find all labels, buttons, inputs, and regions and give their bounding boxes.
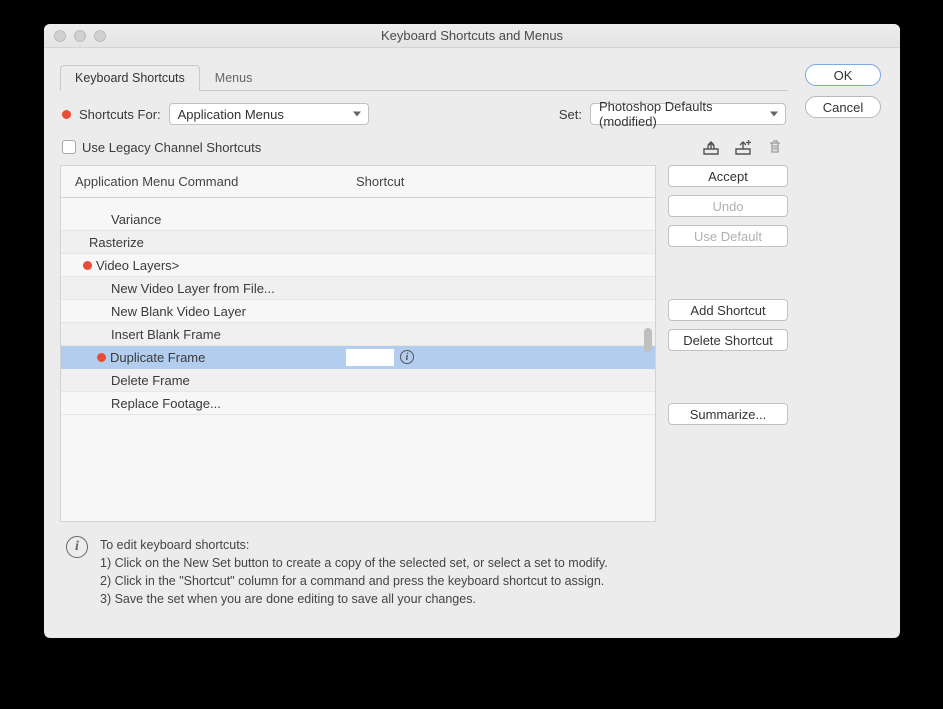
shortcuts-for-select[interactable]: Application Menus <box>169 103 369 125</box>
hint-title: To edit keyboard shortcuts: <box>100 536 608 554</box>
hint-line: 1) Click on the New Set button to create… <box>100 554 608 572</box>
tab-bar: Keyboard Shortcuts Menus <box>60 64 788 91</box>
delete-set-icon[interactable] <box>764 137 786 157</box>
shortcuts-table: Application Menu Command Shortcut Varian… <box>60 165 656 522</box>
new-set-icon[interactable] <box>732 137 754 157</box>
modified-marker-icon <box>97 353 106 362</box>
summarize-button[interactable]: Summarize... <box>668 403 788 425</box>
set-label: Set: <box>559 107 582 122</box>
cancel-button[interactable]: Cancel <box>805 96 881 118</box>
shortcuts-for-label: Shortcuts For: <box>79 107 161 122</box>
scroll-thumb[interactable] <box>644 328 652 352</box>
table-row[interactable]: New Video Layer from File... <box>61 277 655 300</box>
table-row-selected[interactable]: Duplicate Frame i <box>61 346 655 369</box>
table-row[interactable]: New Blank Video Layer <box>61 300 655 323</box>
modified-marker-icon <box>83 261 92 270</box>
delete-shortcut-button[interactable]: Delete Shortcut <box>668 329 788 351</box>
ok-button[interactable]: OK <box>805 64 881 86</box>
modified-marker-icon <box>62 110 71 119</box>
table-row[interactable]: Insert Blank Frame <box>61 323 655 346</box>
zoom-icon[interactable] <box>94 30 106 42</box>
tab-menus[interactable]: Menus <box>200 65 268 91</box>
info-icon[interactable]: i <box>400 350 414 364</box>
hint-line: 2) Click in the "Shortcut" column for a … <box>100 572 608 590</box>
column-header-command[interactable]: Application Menu Command <box>61 166 346 197</box>
close-icon[interactable] <box>54 30 66 42</box>
scrollbar[interactable] <box>641 198 654 521</box>
legacy-shortcuts-label: Use Legacy Channel Shortcuts <box>82 140 261 155</box>
set-select[interactable]: Photoshop Defaults (modified) <box>590 103 786 125</box>
column-header-shortcut[interactable]: Shortcut <box>346 166 655 197</box>
table-row[interactable]: Delete Frame <box>61 369 655 392</box>
window-title: Keyboard Shortcuts and Menus <box>44 28 900 43</box>
undo-button[interactable]: Undo <box>668 195 788 217</box>
use-default-button[interactable]: Use Default <box>668 225 788 247</box>
table-row[interactable]: Rasterize <box>61 231 655 254</box>
window-controls <box>44 30 106 42</box>
shortcuts-table-body: Variance Rasterize Video Layers> <box>61 198 655 521</box>
table-row[interactable]: Video Layers> <box>61 254 655 277</box>
hint-box: i To edit keyboard shortcuts: 1) Click o… <box>60 522 788 623</box>
table-row[interactable]: Variance <box>61 208 655 231</box>
hint-line: 3) Save the set when you are done editin… <box>100 590 608 608</box>
tab-keyboard-shortcuts[interactable]: Keyboard Shortcuts <box>60 65 200 91</box>
shortcut-input[interactable] <box>346 349 394 366</box>
table-row[interactable]: Replace Footage... <box>61 392 655 415</box>
dialog-window: Keyboard Shortcuts and Menus Keyboard Sh… <box>44 24 900 638</box>
legacy-shortcuts-checkbox[interactable] <box>62 140 76 154</box>
save-set-icon[interactable] <box>700 137 722 157</box>
add-shortcut-button[interactable]: Add Shortcut <box>668 299 788 321</box>
minimize-icon[interactable] <box>74 30 86 42</box>
titlebar: Keyboard Shortcuts and Menus <box>44 24 900 48</box>
accept-button[interactable]: Accept <box>668 165 788 187</box>
info-icon: i <box>66 536 88 558</box>
